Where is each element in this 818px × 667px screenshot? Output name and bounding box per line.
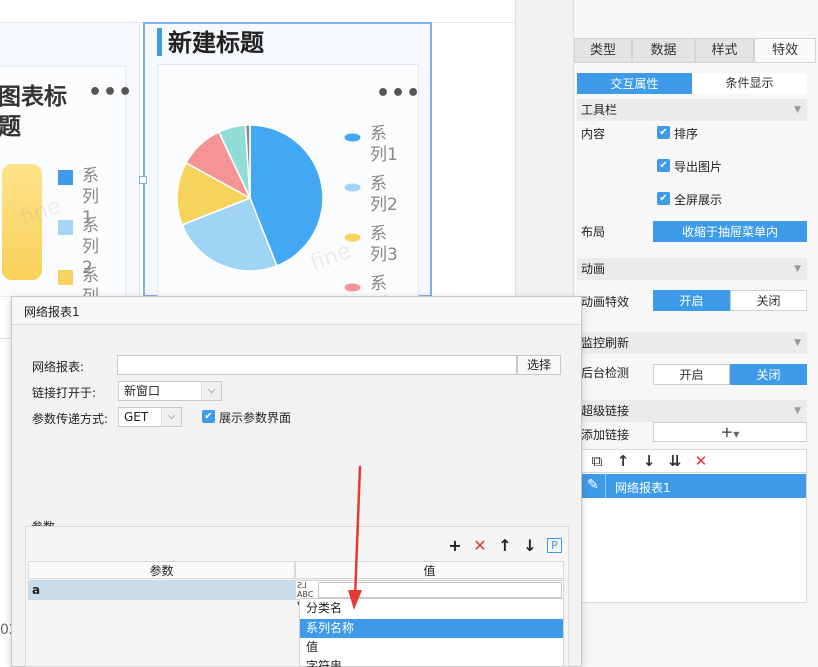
monitor-off-toggle[interactable]: 关闭: [730, 364, 807, 385]
param-method-select[interactable]: GET ⌵: [118, 407, 182, 427]
chevron-down-icon: ⌵: [161, 408, 181, 426]
section-toolbar-label: 工具栏: [581, 103, 618, 117]
animation-off-toggle[interactable]: 关闭: [730, 290, 807, 311]
param-name-cell[interactable]: a: [28, 580, 295, 600]
chart-widget-2-title: 新建标题: [168, 29, 264, 57]
chevron-down-icon: ▼: [794, 406, 801, 416]
subtab-condition[interactable]: 条件显示: [692, 73, 807, 94]
tab-data[interactable]: 数据: [632, 38, 695, 63]
subtab-interaction[interactable]: 交互属性: [577, 73, 692, 94]
export-image-checkbox[interactable]: ✔: [657, 159, 670, 172]
chevron-down-icon: ▼: [794, 105, 801, 115]
fullscreen-checkbox-label: 全屏展示: [674, 193, 723, 207]
move-up-icon[interactable]: ↑: [614, 452, 632, 470]
section-hyperlink[interactable]: 超级链接 ▼: [577, 400, 807, 422]
background-check-label: 后台检测: [581, 366, 630, 380]
link-list-item[interactable]: ✎ 网络报表1: [581, 474, 806, 498]
move-down-icon[interactable]: ↓: [640, 452, 658, 470]
show-params-label: 展示参数界面: [219, 411, 292, 425]
legend-label: 系列4: [370, 274, 398, 296]
open-in-select[interactable]: 新窗口 ⌵: [118, 381, 222, 401]
add-param-icon[interactable]: +: [446, 537, 464, 555]
move-bottom-icon[interactable]: ⇊: [666, 452, 684, 470]
dialog-title: 网络报表1: [24, 305, 80, 319]
column-header-param: 参数: [28, 561, 295, 579]
chevron-down-icon: ▼: [794, 338, 801, 348]
open-in-label: 链接打开于:: [32, 386, 97, 400]
column-header-value: 值: [295, 561, 564, 579]
show-params-checkbox[interactable]: ✔: [202, 410, 215, 423]
chevron-down-icon: ▼: [794, 264, 801, 274]
param-method-label: 参数传递方式:: [32, 412, 109, 426]
section-animation[interactable]: 动画 ▼: [577, 258, 807, 280]
delete-param-icon[interactable]: ✕: [471, 537, 489, 555]
pie-chart: [176, 124, 324, 272]
add-link-label: 添加链接: [581, 428, 630, 442]
sort-checkbox[interactable]: ✔: [657, 126, 670, 139]
section-monitor-refresh[interactable]: 监控刷新 ▼: [577, 332, 807, 354]
animation-effect-label: 动画特效: [581, 295, 630, 309]
legend-marker-icon: [344, 131, 361, 142]
delete-icon[interactable]: ✕: [692, 452, 710, 470]
link-list-item-label: 网络报表1: [615, 481, 671, 495]
dropdown-item-series-name[interactable]: 系列名称: [300, 619, 563, 638]
dropdown-item-string[interactable]: 字符串: [300, 657, 563, 667]
layout-select[interactable]: 收缩于抽屉菜单内: [653, 221, 807, 242]
dropdown-item-value[interactable]: 值: [300, 638, 563, 657]
layout-label: 布局: [581, 225, 606, 239]
report-input[interactable]: [117, 355, 517, 375]
divider: [605, 474, 606, 498]
section-animation-label: 动画: [581, 262, 606, 276]
annotation-arrow-head: [348, 590, 362, 610]
legend-label: 系列2: [370, 174, 398, 215]
select-report-button[interactable]: 选择: [517, 355, 561, 375]
tab-effects[interactable]: 特效: [754, 38, 816, 63]
param-method-value: GET: [124, 410, 149, 424]
chevron-down-icon: ⌵: [201, 382, 221, 400]
move-up-icon[interactable]: ↑: [496, 537, 514, 555]
add-link-button[interactable]: +▼: [653, 422, 807, 442]
dialog-titlebar[interactable]: [12, 297, 581, 325]
animation-on-toggle[interactable]: 开启: [653, 290, 730, 311]
report-label: 网络报表:: [32, 360, 85, 374]
export-image-checkbox-label: 导出图片: [674, 160, 723, 174]
tab-type[interactable]: 类型: [574, 38, 632, 63]
annotation-arrow: [348, 465, 362, 610]
content-label: 内容: [581, 127, 606, 141]
legend-label: 系列3: [370, 224, 398, 265]
param-value-cell[interactable]: Ꙅ⅃ABC ▾: [295, 580, 564, 608]
plus-icon: +: [720, 423, 734, 441]
widget-1-more-icon[interactable]: •••: [88, 82, 133, 104]
fullscreen-checkbox[interactable]: ✔: [657, 192, 670, 205]
chart-widget-1-title: 图表标题: [0, 84, 67, 140]
legend-marker-icon: [344, 181, 361, 192]
parameter-panel-icon[interactable]: P: [547, 538, 562, 553]
title-accent-bar: [157, 28, 162, 56]
resize-handle[interactable]: [139, 176, 147, 184]
section-monitor-label: 监控刷新: [581, 336, 630, 350]
legend-swatch: [58, 170, 73, 185]
caret-down-icon: ▼: [733, 430, 740, 439]
legend-label: 系列1: [370, 124, 398, 165]
legend-swatch: [58, 220, 73, 235]
open-in-value: 新窗口: [124, 384, 161, 398]
section-hyperlink-label: 超级链接: [581, 404, 630, 418]
monitor-on-toggle[interactable]: 开启: [653, 364, 730, 385]
legend-marker-icon: [344, 281, 361, 292]
edit-pencil-icon[interactable]: ✎: [587, 477, 599, 493]
move-down-icon[interactable]: ↓: [521, 537, 539, 555]
tab-style[interactable]: 样式: [695, 38, 754, 63]
legend-marker-icon: [344, 231, 361, 242]
widget-2-more-icon[interactable]: •••: [376, 83, 421, 105]
legend-swatch: [58, 270, 73, 285]
copy-icon[interactable]: ⧉: [588, 452, 606, 470]
legend-label: 系列3: [82, 266, 99, 296]
sort-checkbox-label: 排序: [674, 127, 699, 141]
section-toolbar[interactable]: 工具栏 ▼: [577, 99, 807, 121]
annotation-arrow-shaft: [353, 465, 362, 599]
